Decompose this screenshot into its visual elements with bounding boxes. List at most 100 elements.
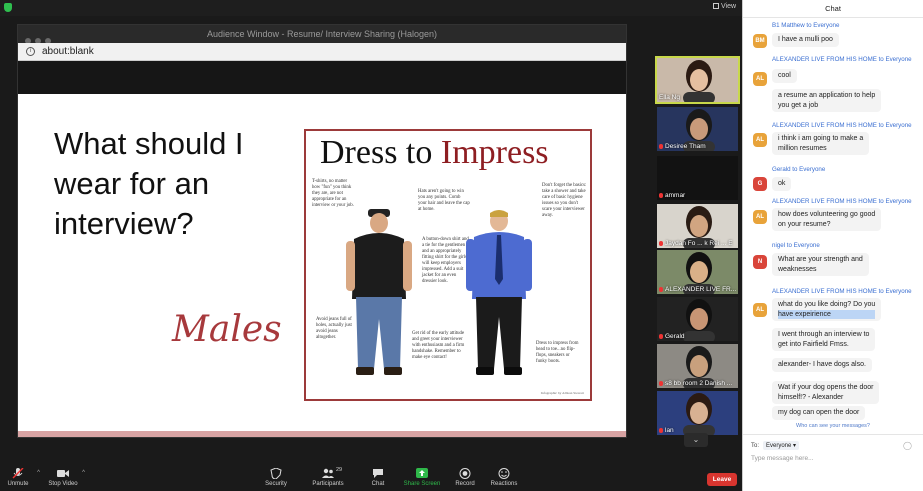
participant-name-text: Desiree Tham xyxy=(665,143,706,150)
message-line: What are your strength and xyxy=(778,256,863,263)
chat-panel: Chat B1 Matthew to Everyone BM I have a mu… xyxy=(742,0,923,491)
message-line: a resume an application to help xyxy=(778,92,876,99)
message-line: I have a mulli poo xyxy=(778,36,833,43)
unmute-label: Unmute xyxy=(7,481,29,487)
mic-muted-icon xyxy=(659,381,663,386)
business-man-illustration xyxy=(466,210,532,375)
window-titlebar: Audience Window - Resume/ Interview Shar… xyxy=(18,25,626,44)
message-line: my dog can open the door xyxy=(778,409,860,416)
dark-band xyxy=(18,61,626,94)
poster-tip: T-shirts, no matter how "fun" you think … xyxy=(312,179,354,208)
participant-name-text: Ella Ng xyxy=(659,94,680,101)
reactions-button[interactable]: Reactions xyxy=(474,468,534,487)
address-bar[interactable]: i about:blank xyxy=(18,43,626,61)
participant-name-text: lan xyxy=(665,427,674,434)
security-label: Security xyxy=(265,481,287,487)
message-line: how does volunteering go good xyxy=(778,211,876,218)
message-sender: B1 Matthew to Everyone xyxy=(772,22,840,29)
view-button[interactable]: View xyxy=(713,3,736,10)
participant-tile[interactable]: ALEXANDER LIVE FR... xyxy=(657,250,738,294)
participant-name: Desiree Tham xyxy=(659,143,706,150)
participant-tile[interactable]: Gerald xyxy=(657,297,738,341)
more-options-icon[interactable]: ◯ xyxy=(903,441,912,450)
participant-name: ALEXANDER LIVE FR... xyxy=(659,286,736,293)
participants-count: 29 xyxy=(336,467,343,473)
message-bubble: cool xyxy=(772,69,797,83)
recipient-select[interactable]: Everyone ▾ xyxy=(763,441,800,450)
gallery-scroll-down-button[interactable]: ⌄ xyxy=(684,433,708,447)
message-line: you get a job xyxy=(778,101,819,109)
participant-tile[interactable]: s8 bb room 2 Danish ... xyxy=(657,344,738,388)
record-label: Record xyxy=(455,481,475,487)
presentation-slide: What should I wear for an interview? Mal… xyxy=(18,94,626,431)
leave-button[interactable]: Leave xyxy=(707,473,737,486)
poster-tip: Dress to impress from head to toe...no f… xyxy=(536,341,579,364)
poster-title-red: Impress xyxy=(440,134,549,171)
message-sender: nigel to Everyone xyxy=(772,242,820,249)
participant-name: ammar xyxy=(659,192,685,199)
reactions-label: Reactions xyxy=(490,481,518,487)
avatar: BM xyxy=(753,34,767,48)
view-label: View xyxy=(721,3,737,10)
message-bubble: alexander- I have dogs also. xyxy=(772,358,872,372)
message-sender: ALEXANDER LIVE FROM HIS HOME to Everyone xyxy=(772,288,912,295)
poster-tip: Get rid of the early attitude and greet … xyxy=(412,331,465,360)
message-line: himself!? - Alexander xyxy=(778,393,844,401)
poster-tip: Hats aren't going to win you any points.… xyxy=(418,189,470,212)
mic-muted-icon xyxy=(659,428,663,433)
message-line: get into Fairfield Fmss. xyxy=(778,340,849,348)
participant-name-text: ammar xyxy=(665,192,686,199)
stop-video-button[interactable]: Stop Video ^ xyxy=(33,468,93,487)
top-bar: View xyxy=(0,0,742,16)
participant-tile[interactable]: Jaydan Fo ... k Rei ... E xyxy=(657,204,738,248)
message-sender: ALEXANDER LIVE FROM HIS HOME to Everyone xyxy=(772,122,912,129)
message-line: million resumes xyxy=(778,144,827,152)
chat-input[interactable]: Type message here... xyxy=(751,455,814,462)
participant-name-text: ALEXANDER LIVE FR... xyxy=(665,286,737,293)
video-camera-icon xyxy=(57,470,69,477)
participant-name: s8 bb room 2 Danish ... xyxy=(659,380,732,387)
record-icon xyxy=(459,468,471,479)
participant-name-text: s8 bb room 2 Danish ... xyxy=(665,380,733,387)
message-sender: Gerald to Everyone xyxy=(772,166,826,173)
slide-footer-band xyxy=(18,431,626,437)
poster-tip: Don't forget the basics: take a shower a… xyxy=(542,183,587,218)
chat-messages[interactable]: B1 Matthew to Everyone BM I have a mulli p… xyxy=(743,18,923,433)
message-bubble: what do you like doing? Do you have expei… xyxy=(772,298,882,321)
chat-label: Chat xyxy=(371,481,385,487)
message-line: ok xyxy=(778,180,786,187)
poster-credit: Infographic by Allison Stewart xyxy=(540,391,584,395)
participant-tile[interactable]: lan xyxy=(657,391,738,435)
participant-tile[interactable]: Desiree Tham xyxy=(657,107,738,151)
recipient-value: Everyone xyxy=(766,443,792,449)
participant-name: Ella Ng xyxy=(659,94,680,101)
dress-to-impress-poster: Dress to Impress T-shirts, no matter how… xyxy=(304,129,592,401)
message-bubble: how does volunteering go good on your res… xyxy=(772,208,882,231)
message-bubble: I have a mulli poo xyxy=(772,33,839,47)
message-line: what do you like doing? Do you xyxy=(778,301,876,308)
mic-muted-icon xyxy=(659,334,663,339)
participants-label: Participants xyxy=(312,481,344,487)
avatar: AL xyxy=(753,72,767,86)
message-sender: ALEXANDER LIVE FROM HIS HOME to Everyone xyxy=(772,56,912,63)
mic-muted-icon xyxy=(659,287,663,292)
shared-window: Audience Window - Resume/ Interview Shar… xyxy=(17,24,627,438)
message-line: alexander- I have dogs also. xyxy=(778,361,866,368)
message-bubble: Wat if your dog opens the door himself!? … xyxy=(772,381,880,404)
chevron-up-icon[interactable]: ^ xyxy=(82,470,85,476)
info-icon[interactable]: i xyxy=(26,47,35,56)
who-can-see-link[interactable]: Who can see your messages? xyxy=(743,423,923,429)
grid-icon xyxy=(713,3,719,9)
mic-muted-icon xyxy=(659,193,663,198)
message-line: on your resume? xyxy=(778,220,831,228)
address-text: about:blank xyxy=(42,46,94,57)
participant-name: lan xyxy=(659,427,674,434)
smiley-icon xyxy=(498,468,510,479)
shield-icon[interactable] xyxy=(4,3,12,12)
avatar: N xyxy=(753,255,767,269)
security-button[interactable]: Security xyxy=(246,468,306,487)
message-line: cool xyxy=(778,72,791,79)
participant-tile[interactable]: ammar xyxy=(657,156,738,200)
chat-footer: To: Everyone ▾ ◯ Type message here... xyxy=(743,434,923,491)
participant-tile[interactable]: Ella Ng xyxy=(655,56,740,104)
